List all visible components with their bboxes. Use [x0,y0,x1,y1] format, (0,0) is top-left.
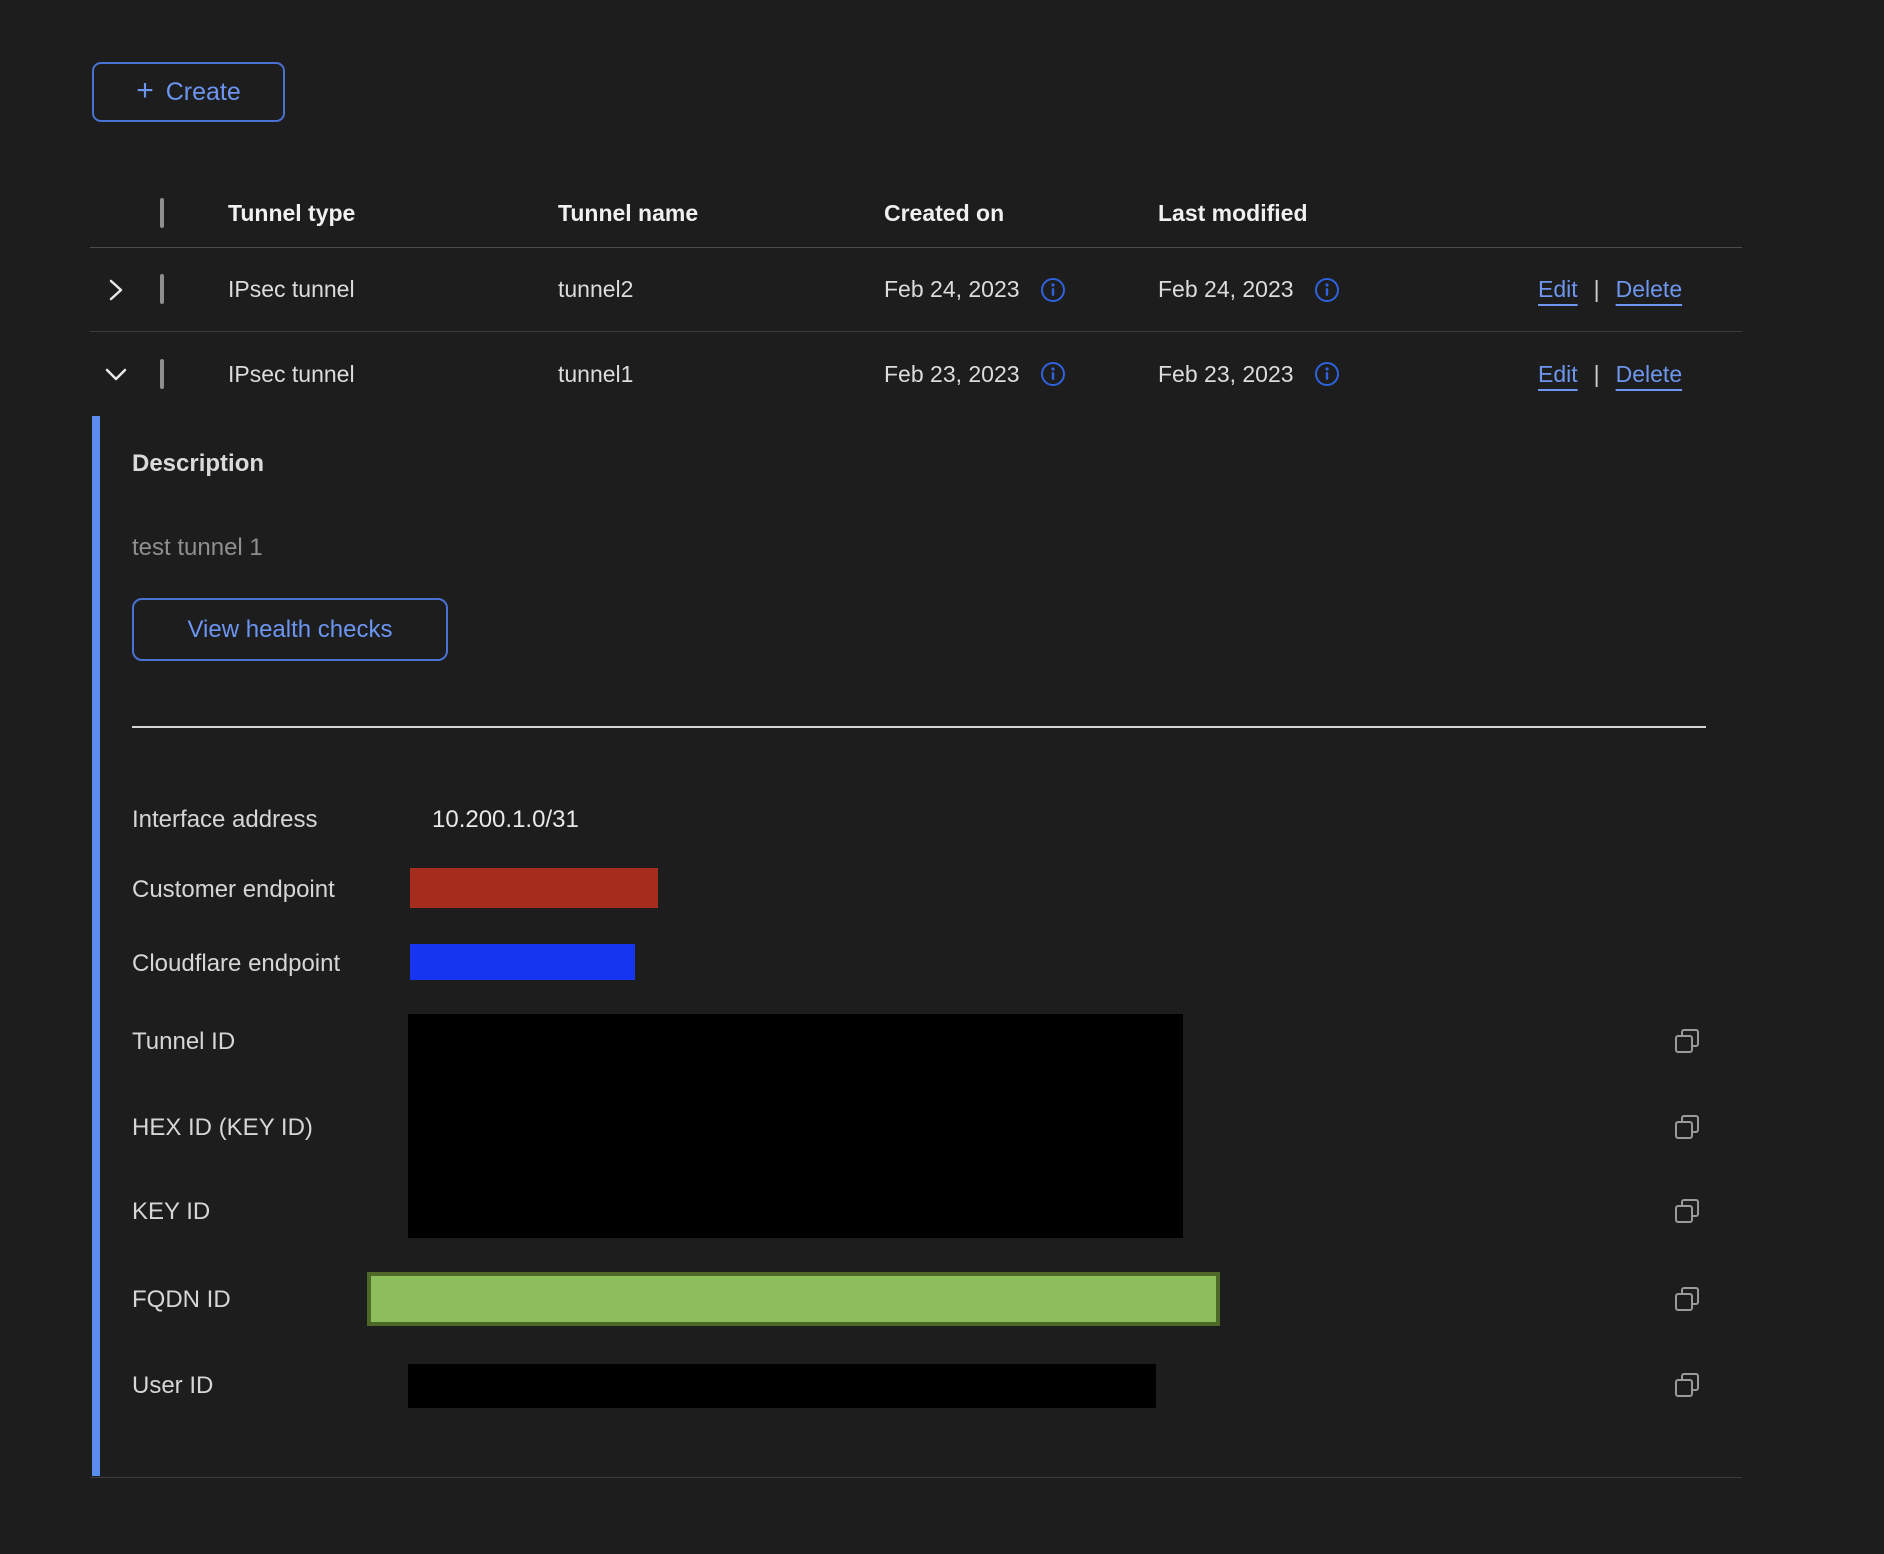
delete-link[interactable]: Delete [1616,276,1682,303]
description-value: test tunnel 1 [132,534,263,562]
description-label: Description [132,450,264,478]
copy-hex-id-button[interactable] [1672,1112,1702,1142]
cloudflare-endpoint-redacted-value [410,944,635,980]
edit-link[interactable]: Edit [1538,276,1578,303]
copy-icon [1672,1112,1702,1142]
copy-icon [1672,1370,1702,1400]
copy-icon [1672,1284,1702,1314]
user-id-redacted-value [408,1364,1156,1408]
tunnel-type-cell: IPsec tunnel [228,276,558,303]
customer-endpoint-label: Customer endpoint [132,876,335,904]
header-tunnel-name: Tunnel name [558,200,884,227]
tunnel-id-label: Tunnel ID [132,1028,235,1056]
collapse-row-button[interactable] [90,360,138,388]
info-icon[interactable] [1040,277,1066,303]
edit-link[interactable]: Edit [1538,361,1578,388]
chevron-down-icon [102,360,130,388]
interface-address-value: 10.200.1.0/31 [432,806,579,834]
header-tunnel-type: Tunnel type [228,200,558,227]
create-button-label: Create [166,78,241,107]
table-row: IPsec tunnel tunnel2 Feb 24, 2023 Feb 24… [90,248,1742,332]
select-all-checkbox[interactable] [160,198,164,228]
copy-user-id-button[interactable] [1672,1370,1702,1400]
table-row: IPsec tunnel tunnel1 Feb 23, 2023 Feb 23… [90,332,1742,416]
last-modified-cell: Feb 24, 2023 [1158,276,1294,303]
header-created-on: Created on [884,200,1158,227]
copy-icon [1672,1026,1702,1056]
expanded-row-accent-bar [92,416,100,1476]
copy-fqdn-id-button[interactable] [1672,1284,1702,1314]
copy-icon [1672,1196,1702,1226]
ids-redacted-value [408,1014,1183,1238]
tunnels-page: + Create Tunnel type Tunnel name Created… [0,0,1884,1554]
info-icon[interactable] [1314,361,1340,387]
tunnel-name-cell: tunnel1 [558,361,884,388]
fqdn-id-label: FQDN ID [132,1286,231,1314]
row-checkbox[interactable] [160,274,164,304]
tunnel-name-cell: tunnel2 [558,276,884,303]
delete-link[interactable]: Delete [1616,361,1682,388]
last-modified-cell: Feb 23, 2023 [1158,361,1294,388]
header-last-modified: Last modified [1158,200,1448,227]
customer-endpoint-redacted-value [410,868,658,908]
created-on-cell: Feb 24, 2023 [884,276,1020,303]
info-icon[interactable] [1040,361,1066,387]
tunnels-table: Tunnel type Tunnel name Created on Last … [90,180,1742,416]
view-health-checks-button[interactable]: View health checks [132,598,448,661]
key-id-label: KEY ID [132,1198,210,1226]
cloudflare-endpoint-label: Cloudflare endpoint [132,950,340,978]
hex-id-label: HEX ID (KEY ID) [132,1114,313,1142]
user-id-label: User ID [132,1372,213,1400]
tunnel-type-cell: IPsec tunnel [228,361,558,388]
tunnel-details-panel: Description test tunnel 1 View health ch… [90,416,1742,1478]
link-separator: | [1594,361,1600,388]
copy-tunnel-id-button[interactable] [1672,1026,1702,1056]
info-icon[interactable] [1314,277,1340,303]
fqdn-id-redacted-value [367,1272,1220,1326]
create-button[interactable]: + Create [92,62,285,122]
link-separator: | [1594,276,1600,303]
section-divider [132,726,1706,728]
table-header-row: Tunnel type Tunnel name Created on Last … [90,180,1742,248]
interface-address-label: Interface address [132,806,317,834]
plus-icon: + [136,76,154,106]
copy-key-id-button[interactable] [1672,1196,1702,1226]
created-on-cell: Feb 23, 2023 [884,361,1020,388]
row-checkbox[interactable] [160,359,164,389]
chevron-right-icon [102,277,128,303]
expand-row-button[interactable] [90,277,138,303]
